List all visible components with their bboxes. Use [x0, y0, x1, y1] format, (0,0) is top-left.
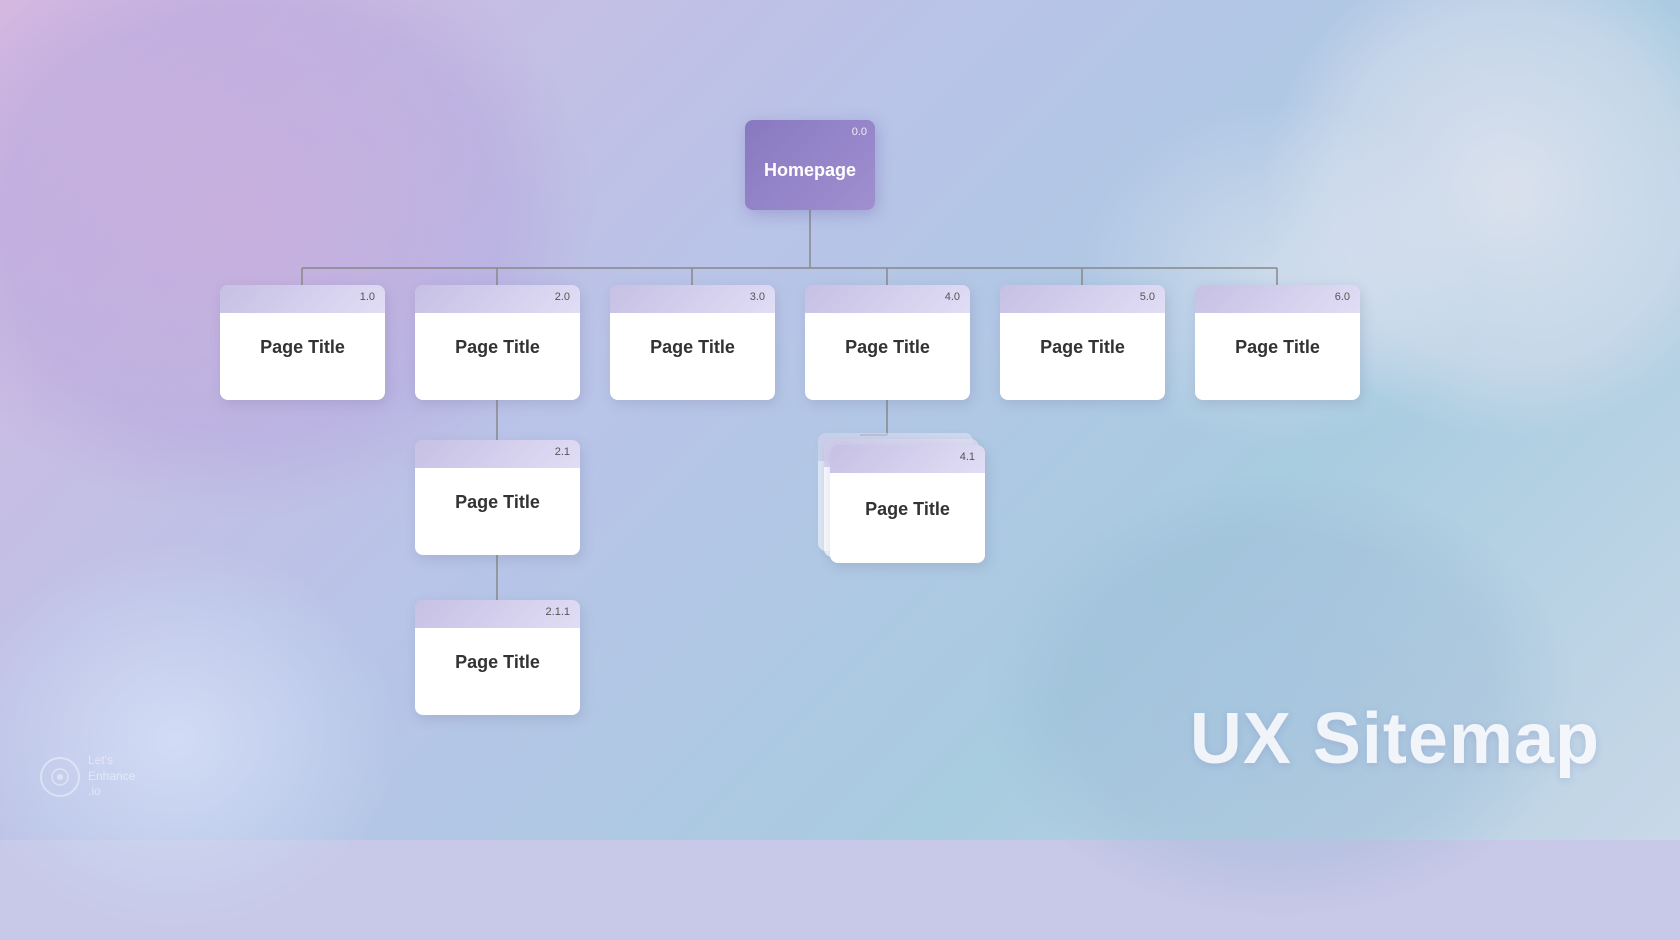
logo-circle: [40, 757, 80, 797]
node-4-1[interactable]: 4.1 Page Title: [830, 445, 985, 563]
node-3-0-number: 3.0: [750, 291, 765, 303]
node-2-0[interactable]: 2.0 Page Title: [415, 285, 580, 400]
node-4-0-title: Page Title: [845, 337, 930, 358]
ux-sitemap-title: UX Sitemap: [1190, 698, 1600, 780]
node-2-1-number: 2.1: [555, 446, 570, 458]
node-2-0-number: 2.0: [555, 291, 570, 303]
node-5-0-title: Page Title: [1040, 337, 1125, 358]
node-4-1-title: Page Title: [865, 499, 950, 520]
homepage-node[interactable]: 0.0 Homepage: [745, 120, 875, 210]
node-1-0-title: Page Title: [260, 337, 345, 358]
node-3-0-title: Page Title: [650, 337, 735, 358]
logo-icon: [50, 767, 70, 787]
node-4-0-number: 4.0: [945, 291, 960, 303]
node-1-0-number: 1.0: [360, 291, 375, 303]
node-3-0[interactable]: 3.0 Page Title: [610, 285, 775, 400]
homepage-title: Homepage: [764, 160, 856, 181]
logo-text: Let'sEnhance.io: [88, 753, 135, 800]
node-2-1-1[interactable]: 2.1.1 Page Title: [415, 600, 580, 715]
node-2-1-1-title: Page Title: [455, 652, 540, 673]
node-4-1-number: 4.1: [960, 451, 975, 463]
node-1-0[interactable]: 1.0 Page Title: [220, 285, 385, 400]
node-2-1-1-number: 2.1.1: [546, 606, 570, 618]
node-2-1[interactable]: 2.1 Page Title: [415, 440, 580, 555]
node-5-0[interactable]: 5.0 Page Title: [1000, 285, 1165, 400]
node-2-1-title: Page Title: [455, 492, 540, 513]
node-6-0-title: Page Title: [1235, 337, 1320, 358]
homepage-number: 0.0: [852, 126, 867, 138]
node-6-0-number: 6.0: [1335, 291, 1350, 303]
node-5-0-number: 5.0: [1140, 291, 1155, 303]
logo: Let'sEnhance.io: [40, 753, 135, 800]
node-2-0-title: Page Title: [455, 337, 540, 358]
node-6-0[interactable]: 6.0 Page Title: [1195, 285, 1360, 400]
node-4-0[interactable]: 4.0 Page Title: [805, 285, 970, 400]
